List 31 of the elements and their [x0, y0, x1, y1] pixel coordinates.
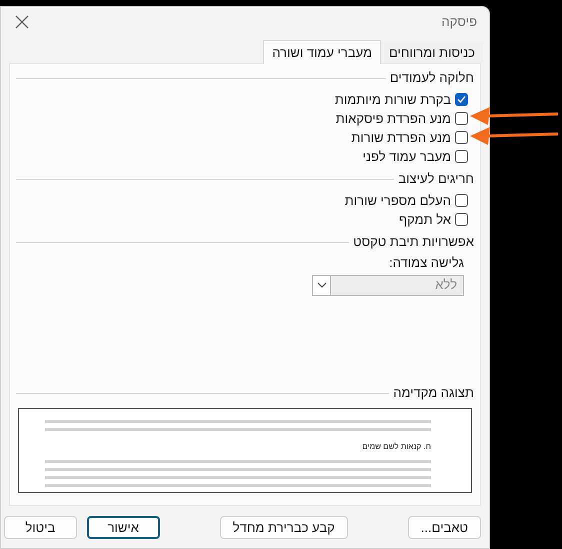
close-icon: [15, 15, 29, 29]
chevron-down-icon: [316, 282, 326, 288]
close-button[interactable]: [13, 13, 31, 31]
section-title: תצוגה מקדימה: [393, 384, 474, 402]
check-icon: [457, 95, 466, 104]
arrow-icon: [470, 106, 560, 126]
checkbox[interactable]: [455, 131, 468, 144]
checkbox[interactable]: [455, 150, 468, 163]
section-title: אפשרויות תיבת טקסט: [353, 233, 474, 252]
checkbox-label: מנע הפרדת שורות: [351, 128, 451, 147]
checkbox-label: מעבר עמוד לפני: [362, 148, 451, 166]
field-label: גלישה צמודה:: [388, 254, 465, 272]
checkbox-label: מנע הפרדת פיסקאות: [336, 110, 451, 128]
checkbox[interactable]: [455, 194, 468, 207]
dialog-button[interactable]: ביטול: [4, 516, 77, 539]
window-title: פיסקה: [442, 13, 477, 32]
section-title: חריגים לעיצוב: [398, 170, 474, 188]
checkbox-label: העלם מספרי שורות: [344, 192, 451, 210]
checkbox-label: בקרת שורות מיותמות: [334, 90, 451, 109]
dialog-button[interactable]: טאבים...: [408, 516, 481, 539]
dialog-button[interactable]: קבע כברירת מחדל: [220, 516, 348, 539]
arrow-icon: [470, 126, 560, 146]
checkbox-label: אל תמקף: [399, 210, 451, 229]
tab[interactable]: מעברי עמוד ושורה: [263, 40, 381, 64]
select-value: ללא: [434, 276, 458, 294]
dialog-button[interactable]: אישור: [86, 516, 160, 539]
preview-heading: ח. קנאות לשם שמים: [361, 441, 431, 453]
checkbox[interactable]: [455, 93, 468, 106]
section-title: חלוקה לעמודים: [390, 69, 474, 88]
checkbox[interactable]: [455, 213, 468, 226]
checkbox[interactable]: [455, 112, 468, 125]
